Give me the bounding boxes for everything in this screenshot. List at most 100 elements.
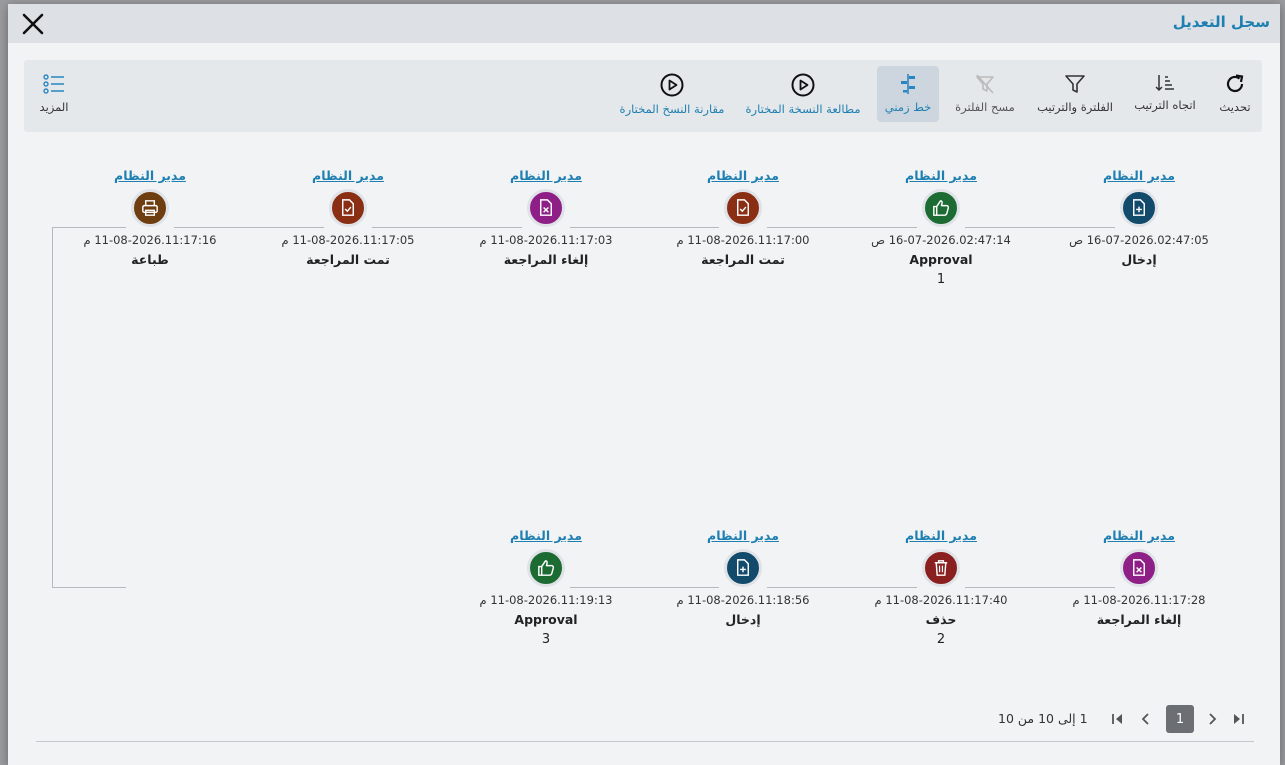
refresh-label: تحديث xyxy=(1219,100,1251,114)
event-date: 11-08-2026.11:17:16 م xyxy=(83,233,217,247)
event-date: 11-08-2026.11:19:13 م xyxy=(479,593,613,607)
compare-selected-button[interactable]: مقارنة النسخ المختارة xyxy=(616,66,728,122)
event-date: 11-08-2026.11:17:03 م xyxy=(479,233,613,247)
event-user-link[interactable]: مدير النظام xyxy=(851,168,1031,183)
event-icon-button[interactable] xyxy=(922,189,960,227)
clear-filter-label: مسح الفلترة xyxy=(955,100,1015,114)
event-date: 16-07-2026.02:47:05 ص xyxy=(1069,233,1209,247)
clear-filter-button[interactable]: مسح الفلترة xyxy=(950,66,1020,122)
pagination: 1 إلى 10 من 10 1 xyxy=(998,704,1248,734)
refresh-button[interactable]: تحديث xyxy=(1210,66,1260,122)
thumbs-up-icon xyxy=(933,200,950,216)
play-circle-icon xyxy=(791,73,815,97)
event-user-link[interactable]: مدير النظام xyxy=(456,168,636,183)
event-user-link[interactable]: مدير النظام xyxy=(258,168,438,183)
event-action: تمت المراجعة xyxy=(701,252,785,267)
view-selected-button[interactable]: مطالعة النسخة المختارة xyxy=(742,66,864,122)
filter-sort-button[interactable]: الفلترة والترتيب xyxy=(1032,66,1118,122)
timeline-icon xyxy=(901,74,915,94)
document-add-icon xyxy=(737,559,749,576)
previous-page-icon[interactable] xyxy=(1136,704,1156,734)
edit-history-dialog: سجل التعديل تحديث اتجاه الترتيب الفلترة … xyxy=(8,4,1280,765)
event-user-link[interactable]: مدير النظام xyxy=(1049,528,1229,543)
filter-icon xyxy=(1065,75,1085,93)
sort-direction-icon xyxy=(1155,75,1174,92)
timeline-view: مدير النظام 16-07-2026.02:47:05 ص إدخال مدي… xyxy=(8,144,1280,704)
document-check-icon xyxy=(737,199,749,216)
event-version: 3 xyxy=(541,632,551,647)
event-action: إلغاء المراجعة xyxy=(1096,612,1182,627)
event-user-link[interactable]: مدير النظام xyxy=(1049,168,1229,183)
event-user-link[interactable]: مدير النظام xyxy=(851,528,1031,543)
more-button[interactable]: المزيد xyxy=(32,66,76,122)
dialog-title: سجل التعديل xyxy=(1172,13,1270,31)
event-date: 11-08-2026.11:17:05 م xyxy=(281,233,415,247)
next-page-icon[interactable] xyxy=(1202,704,1222,734)
event-version: 2 xyxy=(936,632,946,647)
event-icon-button[interactable] xyxy=(724,549,762,587)
event-date: 11-08-2026.11:17:00 م xyxy=(676,233,810,247)
event-user-link[interactable]: مدير النظام xyxy=(456,528,636,543)
event-user-link[interactable]: مدير النظام xyxy=(653,168,833,183)
last-page-icon[interactable] xyxy=(1228,704,1248,734)
toolbar: تحديث اتجاه الترتيب الفلترة والترتيب مسح… xyxy=(24,60,1262,132)
event-icon-button[interactable] xyxy=(527,549,565,587)
event-action: إدخال xyxy=(725,612,761,627)
timeline-event: مدير النظام 11-08-2026.11:17:16 م طباعة xyxy=(60,168,240,267)
event-date: 11-08-2026.11:17:40 م xyxy=(874,593,1008,607)
event-date: 16-07-2026.02:47:14 ص xyxy=(871,233,1011,247)
timeline-event: مدير النظام 16-07-2026.02:47:14 ص Approval… xyxy=(851,168,1031,287)
event-version: 1 xyxy=(936,272,946,287)
pagination-info: 1 إلى 10 من 10 xyxy=(998,711,1088,726)
timeline-event: مدير النظام 11-08-2026.11:17:05 م تمت المر… xyxy=(258,168,438,267)
event-date: 11-08-2026.11:18:56 م xyxy=(676,593,810,607)
close-icon[interactable] xyxy=(21,12,45,36)
list-icon xyxy=(43,74,64,94)
event-icon-button[interactable] xyxy=(724,189,762,227)
document-x-icon xyxy=(540,199,552,216)
play-circle-icon xyxy=(660,73,684,97)
first-page-icon[interactable] xyxy=(1108,704,1128,734)
event-icon-button[interactable] xyxy=(131,189,169,227)
event-action: إلغاء المراجعة xyxy=(503,252,589,267)
event-action: Approval xyxy=(909,252,973,267)
event-action: طباعة xyxy=(131,252,169,267)
timeline-event: مدير النظام 11-08-2026.11:17:03 م إلغاء ال… xyxy=(456,168,636,267)
refresh-icon xyxy=(1226,74,1244,93)
timeline-event: مدير النظام 11-08-2026.11:18:56 م إدخال xyxy=(653,528,833,627)
document-x-icon xyxy=(1133,559,1145,576)
sort-direction-button[interactable]: اتجاه الترتيب xyxy=(1130,66,1200,122)
timeline-event: مدير النظام 11-08-2026.11:17:00 م تمت المر… xyxy=(653,168,833,267)
event-icon-button[interactable] xyxy=(1120,189,1158,227)
timeline-wrap-connector xyxy=(52,227,53,587)
filter-sort-label: الفلترة والترتيب xyxy=(1037,100,1113,114)
timeline-event: مدير النظام 11-08-2026.11:17:28 م إلغاء ال… xyxy=(1049,528,1229,627)
timeline-event: مدير النظام 16-07-2026.02:47:05 ص إدخال xyxy=(1049,168,1229,267)
event-icon-button[interactable] xyxy=(527,189,565,227)
event-user-link[interactable]: مدير النظام xyxy=(60,168,240,183)
event-user-link[interactable]: مدير النظام xyxy=(653,528,833,543)
view-selected-label: مطالعة النسخة المختارة xyxy=(745,102,861,116)
compare-selected-label: مقارنة النسخ المختارة xyxy=(619,102,725,116)
timeline-event: مدير النظام 11-08-2026.11:19:13 م Approval… xyxy=(456,528,636,647)
dialog-titlebar: سجل التعديل xyxy=(8,4,1280,43)
event-action: إدخال xyxy=(1121,252,1157,267)
timeline-connector xyxy=(52,587,126,588)
trash-icon xyxy=(934,560,948,576)
clear-filter-icon xyxy=(976,74,994,94)
event-icon-button[interactable] xyxy=(329,189,367,227)
event-icon-button[interactable] xyxy=(1120,549,1158,587)
event-date: 11-08-2026.11:17:28 م xyxy=(1072,593,1206,607)
timeline-button[interactable]: خط زمني xyxy=(877,66,939,122)
current-page-button[interactable]: 1 xyxy=(1166,705,1194,733)
event-action: تمت المراجعة xyxy=(306,252,390,267)
document-check-icon xyxy=(342,199,354,216)
thumbs-up-icon xyxy=(538,560,555,576)
event-action: حذف xyxy=(925,612,957,627)
sort-direction-label: اتجاه الترتيب xyxy=(1134,98,1196,112)
more-label: المزيد xyxy=(39,100,69,114)
timeline-label: خط زمني xyxy=(884,100,932,114)
document-add-icon xyxy=(1133,199,1145,216)
footer-divider xyxy=(36,741,1254,742)
event-icon-button[interactable] xyxy=(922,549,960,587)
